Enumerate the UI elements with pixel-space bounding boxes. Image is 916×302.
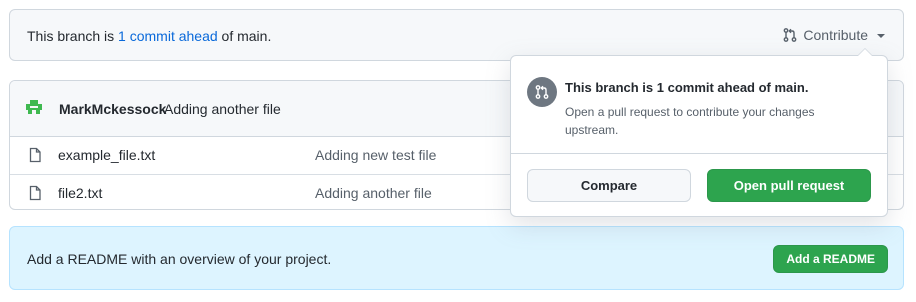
popover-header: This branch is 1 commit ahead of main. O… (511, 56, 887, 154)
file-name-link[interactable]: example_file.txt (58, 147, 155, 163)
git-pull-request-icon (527, 77, 557, 107)
commit-author-link[interactable]: MarkMckessock (59, 101, 166, 117)
commit-message-link[interactable]: Adding another file (164, 101, 281, 117)
add-readme-button[interactable]: Add a README (773, 245, 888, 273)
commits-ahead-link[interactable]: 1 commit ahead (118, 28, 218, 44)
branch-status-prefix: This branch is (27, 28, 119, 44)
contribute-button[interactable]: Contribute (782, 27, 885, 43)
branch-status-suffix: of main. (217, 28, 272, 44)
file-commit-message-link[interactable]: Adding another file (315, 185, 432, 201)
contribute-label: Contribute (803, 27, 868, 43)
popover-actions: Compare Open pull request (511, 154, 887, 217)
file-name-link[interactable]: file2.txt (58, 185, 102, 201)
popover-title: This branch is 1 commit ahead of main. (565, 80, 809, 95)
file-commit-message-link[interactable]: Adding new test file (315, 147, 436, 163)
readme-banner-text: Add a README with an overview of your pr… (27, 251, 332, 267)
repo-page: This branch is 1 commit ahead of main. C… (0, 0, 916, 302)
branch-status-text: This branch is 1 commit ahead of main. (27, 28, 271, 44)
file-icon (27, 147, 43, 163)
readme-banner: Add a README with an overview of your pr… (9, 226, 904, 290)
open-pull-request-button[interactable]: Open pull request (707, 169, 871, 202)
git-pull-request-icon (782, 27, 798, 43)
avatar[interactable] (24, 98, 44, 118)
branch-status-bar: This branch is 1 commit ahead of main. C… (9, 9, 904, 61)
file-icon (27, 185, 43, 201)
contribute-popover: This branch is 1 commit ahead of main. O… (510, 48, 888, 217)
compare-button[interactable]: Compare (527, 169, 691, 202)
popover-description: Open a pull request to contribute your c… (565, 105, 815, 137)
caret-down-icon (877, 34, 885, 38)
